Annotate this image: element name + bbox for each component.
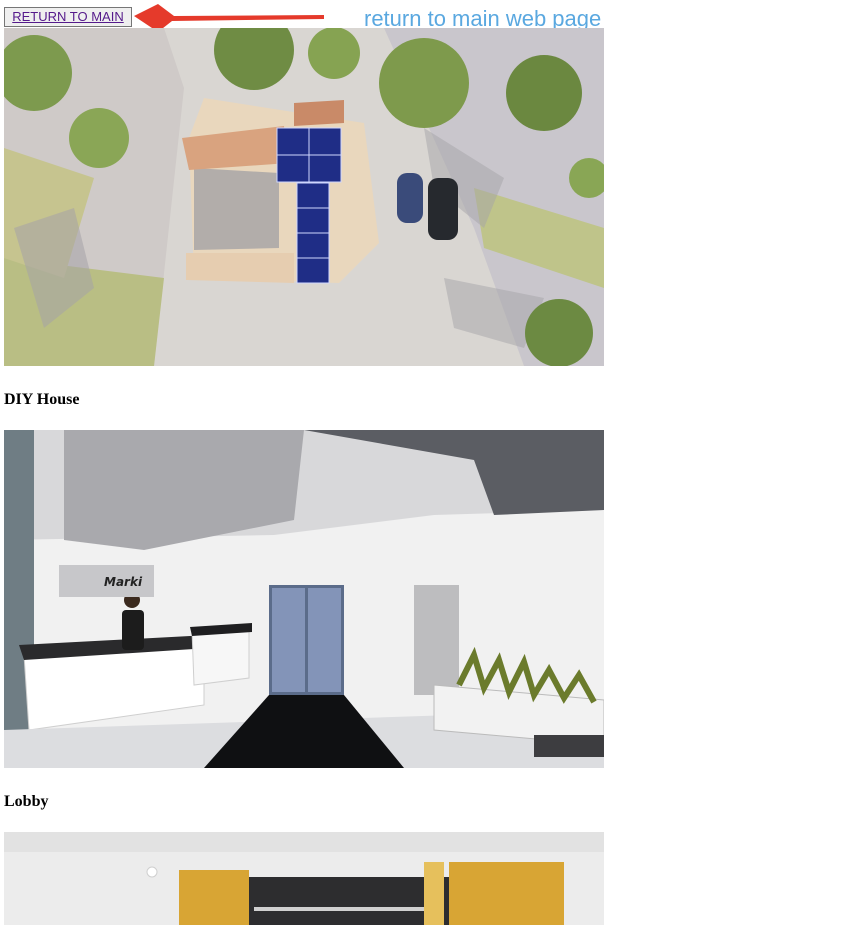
interior-image — [4, 832, 604, 925]
page: { "return_button": { "label": "RETURN TO… — [0, 0, 861, 925]
image-caption-diy-house: DIY House — [4, 391, 80, 408]
diy-house-image — [4, 28, 604, 366]
lobby-sign-text: Marki — [104, 575, 143, 589]
lobby-image: Marki — [4, 430, 604, 768]
image-caption-lobby: Lobby — [4, 793, 49, 810]
return-to-main-button[interactable]: RETURN TO MAIN — [4, 7, 132, 27]
